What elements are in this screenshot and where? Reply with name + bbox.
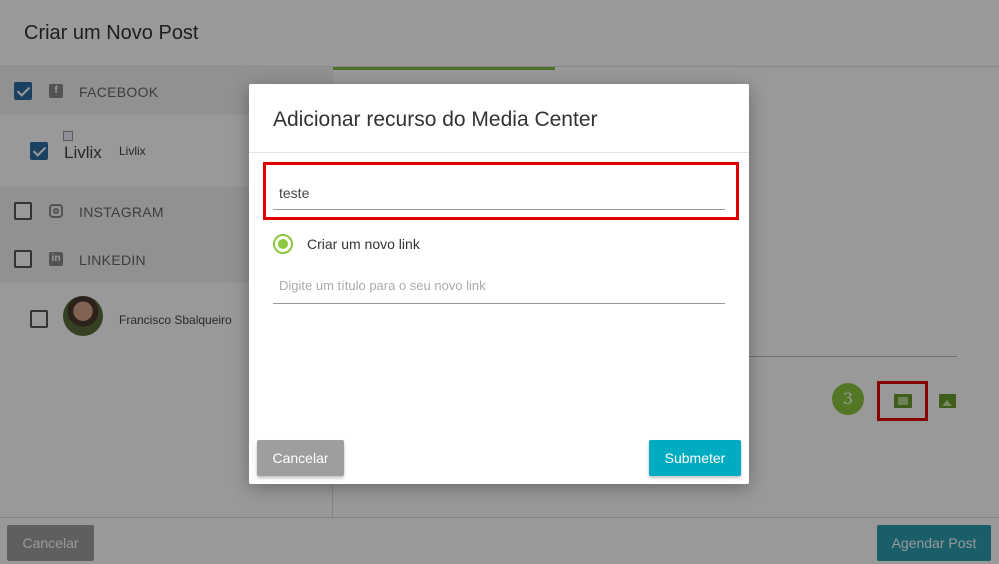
create-link-radio[interactable]	[273, 234, 293, 254]
dialog-title: Adicionar recurso do Media Center	[273, 108, 598, 131]
submit-button[interactable]: Submeter	[649, 440, 741, 476]
dialog-cancel-button[interactable]: Cancelar	[257, 440, 344, 476]
link-title-input[interactable]	[273, 268, 725, 304]
divider	[249, 152, 749, 153]
media-center-dialog: Adicionar recurso do Media Center Criar …	[249, 84, 749, 484]
create-link-label[interactable]: Criar um novo link	[307, 236, 420, 252]
highlight-box	[263, 162, 739, 220]
